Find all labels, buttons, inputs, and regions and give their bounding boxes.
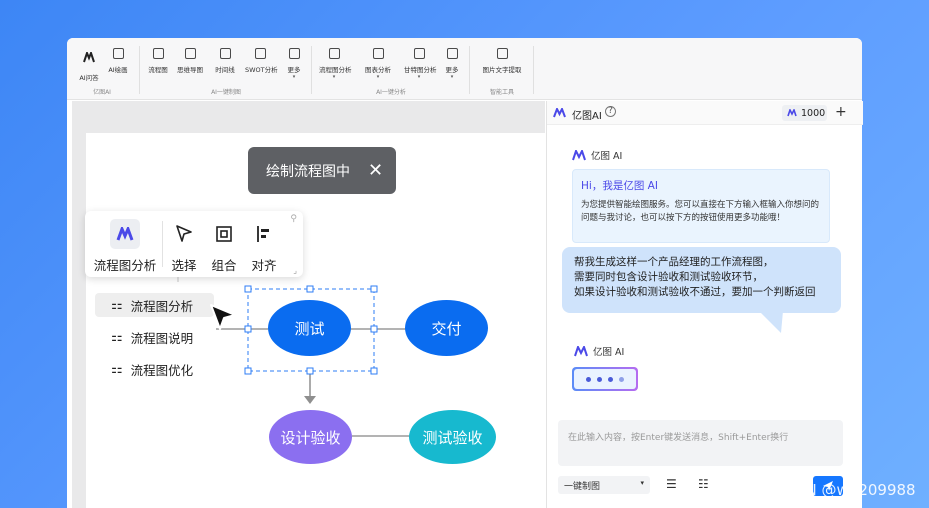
toolbar-align[interactable]: 对齐 xyxy=(249,219,279,274)
flowchart-optimize-icon: ⚏ xyxy=(111,361,123,377)
resize-corner-icon[interactable]: ⌟ xyxy=(293,266,297,275)
toolbar-flowchart-analysis[interactable]: 流程图分析 xyxy=(91,219,159,274)
flowchart-description-icon: ⚏ xyxy=(111,329,123,345)
document-icon[interactable]: ☷ xyxy=(698,477,709,491)
cursor-icon xyxy=(176,225,192,242)
arrow-head xyxy=(304,396,316,404)
help-icon[interactable]: ? xyxy=(605,106,616,117)
menu-flowchart-optimize[interactable]: ⚏ 流程图优化 xyxy=(95,357,214,381)
mode-select[interactable]: 一键制图 ▾ xyxy=(558,476,650,494)
ai-chat-panel: 亿图AI ? 1000 + 亿图 AI Hi，我是亿图 AI 为您提供智能绘图服… xyxy=(546,101,863,508)
template-icon[interactable]: ☰ xyxy=(666,477,677,491)
edraw-ai-logo-icon xyxy=(574,345,588,356)
panel-header: 亿图AI ? 1000 + xyxy=(547,101,863,125)
ai-sender-row: 亿图 AI xyxy=(572,148,622,162)
align-icon xyxy=(257,226,269,242)
node-deliver[interactable]: 交付 xyxy=(405,300,488,356)
node-design-check[interactable]: 设计验收 xyxy=(269,410,352,464)
toolbar-group[interactable]: 组合 xyxy=(209,219,239,274)
node-test-check[interactable]: 测试验收 xyxy=(409,410,496,464)
bubble-tail xyxy=(759,311,783,333)
add-credits-button[interactable]: + xyxy=(835,104,847,120)
pin-icon[interactable]: ⚲ xyxy=(290,214,297,224)
toolbar-select[interactable]: 选择 xyxy=(169,219,199,274)
watermark: CSDN @wd209988 xyxy=(774,481,916,499)
floating-toolbar: 流程图分析 选择 组合 对齐 ⚲ ⌟ xyxy=(85,211,303,277)
user-message-bubble: 帮我生成这样一个产品经理的工作流程图， 需要同时包含设计验收和测试验收环节， 如… xyxy=(562,247,841,313)
edraw-ai-logo-icon xyxy=(553,108,566,118)
edraw-ai-logo-icon xyxy=(787,109,797,117)
flowchart-analysis-icon: ⚏ xyxy=(111,297,123,313)
node-test[interactable]: 测试 xyxy=(268,300,351,356)
edraw-ai-logo-icon xyxy=(572,149,586,160)
mouse-pointer-icon xyxy=(210,304,236,330)
greeting-title: Hi，我是亿图 AI xyxy=(581,180,658,192)
credits-badge[interactable]: 1000 xyxy=(782,105,827,121)
chat-input[interactable]: 在此输入内容，按Enter键发送消息，Shift+Enter换行 xyxy=(558,420,843,466)
menu-flowchart-analysis[interactable]: ⚏ 流程图分析 xyxy=(95,293,214,317)
panel-title: 亿图AI xyxy=(572,111,602,122)
group-icon xyxy=(216,226,232,242)
toolbar-divider xyxy=(162,221,163,267)
typing-indicator xyxy=(572,367,638,391)
ai-greeting-bubble: Hi，我是亿图 AI 为您提供智能绘图服务。您可以直接在下方输入框输入你想问的问… xyxy=(572,169,830,243)
ai-sender-row: 亿图 AI xyxy=(574,344,624,358)
chevron-down-icon: ▾ xyxy=(640,479,644,487)
edraw-ai-logo-icon xyxy=(110,219,140,249)
greeting-body: 为您提供智能绘图服务。您可以直接在下方输入框输入你想问的问题与我讨论，也可以按下… xyxy=(581,200,820,223)
menu-flowchart-description[interactable]: ⚏ 流程图说明 xyxy=(95,325,214,349)
